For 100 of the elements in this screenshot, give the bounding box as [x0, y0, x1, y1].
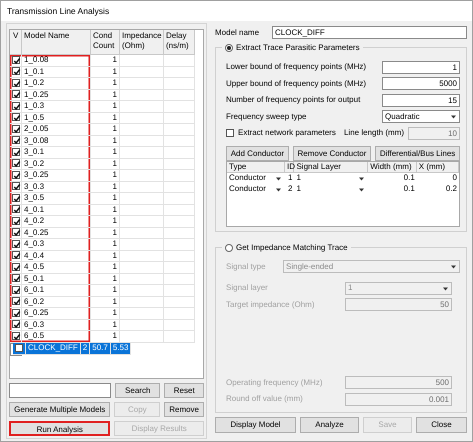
table-cell: 1: [91, 320, 120, 331]
table-cell[interactable]: 6_0.25: [22, 308, 91, 320]
table-cell[interactable]: 4_0.2: [22, 216, 91, 228]
table-cell: 1: [91, 239, 120, 250]
checkbox[interactable]: [12, 320, 20, 328]
checkbox[interactable]: [12, 332, 20, 340]
table-cell[interactable]: 1_0.2: [22, 78, 91, 90]
table-cell[interactable]: 6_0.3: [22, 320, 91, 331]
layer-dropdown[interactable]: 1: [296, 184, 366, 194]
column-header[interactable]: Signal Layer: [294, 162, 368, 172]
column-header[interactable]: Impedance (Ohm): [120, 30, 164, 55]
checkbox[interactable]: [12, 159, 20, 168]
button[interactable]: Run Analysis: [9, 421, 110, 436]
table-cell[interactable]: 3_0.5: [22, 193, 91, 204]
table-cell: 1: [91, 250, 120, 262]
table-cell: 50.7: [90, 343, 111, 355]
table-cell[interactable]: 1_0.08: [22, 55, 91, 66]
button[interactable]: Differential/Bus Lines: [375, 146, 460, 160]
radio-button[interactable]: [225, 44, 233, 52]
checkbox[interactable]: [12, 90, 20, 98]
button[interactable]: Add Conductor: [226, 146, 289, 160]
field-label: Upper bound of frequency points (MHz): [226, 78, 366, 90]
checkbox[interactable]: [12, 124, 20, 133]
table-cell: 1: [91, 66, 120, 78]
checkbox[interactable]: [12, 56, 20, 64]
checkbox[interactable]: [12, 297, 20, 306]
text-field[interactable]: CLOCK_DIFF: [272, 26, 467, 39]
table-cell[interactable]: 1_0.3: [22, 101, 91, 112]
column-header[interactable]: Delay (ns/m): [164, 30, 195, 55]
table-cell[interactable]: 2_0.05: [22, 124, 91, 136]
checkbox[interactable]: [12, 170, 20, 179]
button[interactable]: Display Model: [215, 416, 296, 432]
checkbox[interactable]: [12, 228, 20, 236]
button[interactable]: Generate Multiple Models: [9, 402, 110, 417]
checkbox[interactable]: [226, 129, 234, 138]
type-dropdown[interactable]: Conductor: [229, 184, 283, 194]
table-cell[interactable]: 6_0.1: [22, 285, 91, 296]
column-header[interactable]: ID: [284, 162, 294, 172]
checkbox[interactable]: [12, 113, 20, 122]
text-field[interactable]: 15: [382, 94, 460, 107]
checkbox[interactable]: [12, 274, 20, 282]
checkbox[interactable]: [12, 216, 20, 225]
column-header[interactable]: Type: [227, 162, 285, 172]
column-header[interactable]: Model Name: [22, 30, 91, 55]
column-header[interactable]: Width (mm): [368, 162, 417, 172]
button[interactable]: Analyze: [300, 416, 360, 432]
table-cell[interactable]: 4_0.5: [22, 262, 91, 274]
button[interactable]: Remove: [164, 402, 204, 417]
table-cell[interactable]: 4_0.4: [22, 250, 91, 262]
checkbox[interactable]: [12, 308, 20, 317]
table-cell[interactable]: 3_0.1: [22, 147, 91, 158]
table-cell: 1: [91, 262, 120, 274]
table-cell[interactable]: 1_0.1: [22, 66, 91, 78]
checkbox[interactable]: [12, 182, 20, 190]
table-cell[interactable]: 4_0.25: [22, 228, 91, 239]
column-header[interactable]: V: [10, 30, 22, 55]
column-header[interactable]: X (mm): [416, 162, 459, 172]
button[interactable]: Search: [115, 383, 160, 398]
type-dropdown[interactable]: Conductor: [229, 173, 283, 183]
table-cell: 1: [91, 90, 120, 101]
button[interactable]: Close: [416, 416, 468, 432]
checkbox[interactable]: [12, 136, 20, 144]
text-field[interactable]: 5000: [382, 77, 460, 90]
table-cell[interactable]: 1_0.25: [22, 90, 91, 101]
checkbox[interactable]: [12, 286, 20, 294]
layer-dropdown[interactable]: 1: [296, 173, 366, 183]
table-cell[interactable]: 3_0.25: [22, 170, 91, 182]
checkbox[interactable]: [12, 205, 20, 214]
table-cell[interactable]: 3_0.2: [22, 158, 91, 170]
table-cell: 1: [91, 296, 120, 308]
checkbox[interactable]: [12, 102, 20, 110]
checkbox[interactable]: [12, 262, 20, 271]
table-cell[interactable]: 3_0.3: [22, 182, 91, 193]
window-title: Transmission Line Analysis: [1, 1, 472, 21]
table-cell[interactable]: CLOCK_DIFF: [26, 343, 81, 355]
table-cell[interactable]: 4_0.1: [22, 204, 91, 216]
checkbox[interactable]: [12, 67, 20, 76]
table-cell[interactable]: 5_0.1: [22, 274, 91, 285]
text-field[interactable]: 1: [382, 60, 460, 74]
checkbox[interactable]: [12, 78, 20, 87]
field-label: Round off value (mm): [226, 393, 303, 406]
checkbox[interactable]: [12, 240, 20, 248]
table-cell[interactable]: 6_0.5: [22, 331, 91, 342]
table-cell[interactable]: 4_0.3: [22, 239, 91, 250]
field-label: Signal type: [226, 260, 266, 273]
checkbox[interactable]: [15, 344, 23, 352]
button[interactable]: Remove Conductor: [292, 146, 372, 160]
table-cell[interactable]: 6_0.2: [22, 296, 91, 308]
dropdown[interactable]: Quadratic: [382, 110, 460, 124]
button[interactable]: Reset: [164, 383, 204, 398]
table-cell[interactable]: 1_0.5: [22, 112, 91, 124]
search-field[interactable]: [9, 383, 111, 398]
dropdown-value: Single-ended: [286, 260, 334, 273]
checkbox[interactable]: [12, 148, 20, 156]
table-cell[interactable]: 3_0.08: [22, 136, 91, 147]
field-label: Operating frequency (MHz): [226, 376, 322, 389]
checkbox[interactable]: [12, 251, 20, 260]
column-header[interactable]: Cond Count: [91, 30, 120, 55]
table-cell: 5.53: [110, 343, 132, 355]
checkbox[interactable]: [12, 194, 20, 202]
